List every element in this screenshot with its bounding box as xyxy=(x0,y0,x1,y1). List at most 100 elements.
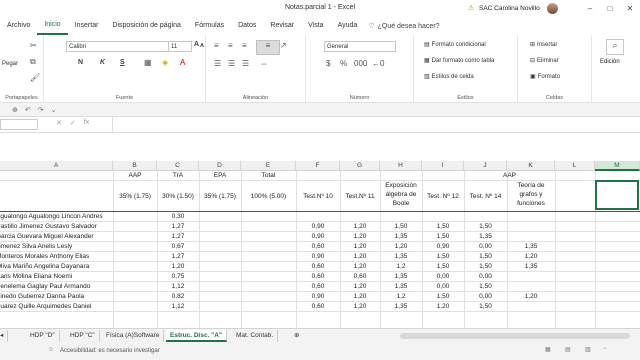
shrink-font-button[interactable]: A xyxy=(200,43,204,49)
customize-icon[interactable]: ⌄ xyxy=(51,106,57,114)
grade-cell[interactable]: 1,35 xyxy=(380,232,422,241)
grade-cell[interactable]: 0,67 xyxy=(157,242,199,251)
search-icon[interactable]: ⌕ xyxy=(606,39,624,55)
grade-cell[interactable]: 0,60 xyxy=(296,282,340,291)
grade-cell[interactable]: 1,20 xyxy=(380,242,422,251)
tab-vista[interactable]: Vista xyxy=(301,17,330,35)
header-weight-b[interactable]: 35% (1.75) xyxy=(113,192,157,201)
grade-cell[interactable]: 1,35 xyxy=(380,252,422,261)
align-bottom-icon[interactable]: ≡ xyxy=(242,41,247,50)
grade-cell[interactable]: 1,20 xyxy=(340,232,380,241)
zoom-out-icon[interactable]: − xyxy=(603,346,607,352)
scroll-left-icon[interactable]: ◂ xyxy=(0,330,8,342)
header-test12[interactable]: Test. Nº 12 xyxy=(422,192,464,201)
tab-archivo[interactable]: Archivo xyxy=(0,17,37,35)
accessibility-status[interactable]: Accesibilidad: es necesario investigar xyxy=(60,348,160,354)
student-name-cell[interactable]: Castillo Jimenez Gustavo Salvador xyxy=(0,222,109,231)
normal-view-icon[interactable]: ▦ xyxy=(545,346,551,353)
tab-revisar[interactable]: Revisar xyxy=(263,17,301,35)
grade-cell[interactable]: 1,20 xyxy=(157,262,199,271)
grade-cell[interactable]: 1,50 xyxy=(464,302,507,311)
sheet-tab-estruc[interactable]: Estruc. Disc. "A" xyxy=(166,330,228,342)
grade-cell[interactable]: 1,2 xyxy=(380,262,422,271)
grade-cell[interactable]: 1,50 xyxy=(422,252,464,261)
tab-datos[interactable]: Datos xyxy=(231,17,263,35)
close-button[interactable]: ✕ xyxy=(620,0,640,17)
font-name-dropdown[interactable]: Calibri xyxy=(66,41,170,52)
grade-cell[interactable]: 0,90 xyxy=(296,232,340,241)
add-sheet-icon[interactable]: ⊕ xyxy=(290,330,303,342)
col-header-i[interactable]: I xyxy=(422,161,464,171)
grade-cell[interactable]: 0,60 xyxy=(296,262,340,271)
fx-icon[interactable]: fx xyxy=(84,119,89,127)
col-header-a[interactable]: A xyxy=(0,161,113,171)
grade-cell[interactable]: 1,20 xyxy=(340,292,380,301)
grade-cell[interactable]: 1,35 xyxy=(464,232,507,241)
grade-cell[interactable]: 1,50 xyxy=(464,282,507,291)
header-exposicion[interactable]: Exposición álgebra de Boole xyxy=(381,181,421,208)
redo-icon[interactable]: ↷ xyxy=(38,106,44,114)
grade-cell[interactable]: 0,60 xyxy=(296,242,340,251)
grade-cell[interactable]: 1,12 xyxy=(157,302,199,311)
col-header-h[interactable]: H xyxy=(380,161,422,171)
percent-icon[interactable]: % xyxy=(340,59,347,68)
user-area[interactable]: ⚠ SAC Carolina Novillo xyxy=(468,3,558,14)
merge-icon[interactable]: ⇔ xyxy=(260,59,268,68)
format-painter-icon[interactable]: 🖌 xyxy=(30,73,40,82)
insert-cells-button[interactable]: ⊞ Insertar xyxy=(530,41,557,49)
grade-cell[interactable]: 1,20 xyxy=(340,262,380,271)
grade-cell[interactable]: 0,90 xyxy=(422,242,464,251)
col-header-d[interactable]: D xyxy=(199,161,241,171)
grade-cell[interactable]: 1,27 xyxy=(157,232,199,241)
grade-cell[interactable]: 1,20 xyxy=(340,282,380,291)
grade-cell[interactable]: 0,90 xyxy=(296,252,340,261)
align-top-icon[interactable]: ≡ xyxy=(214,41,219,50)
student-name-cell[interactable]: Monteros Morales Anthony Elias xyxy=(0,252,109,261)
header-total[interactable]: Total xyxy=(241,171,296,180)
grade-cell[interactable]: 1,20 xyxy=(340,242,380,251)
increase-decimal-icon[interactable]: ←0 xyxy=(372,59,384,68)
grade-cell[interactable]: 1,20 xyxy=(422,302,464,311)
header-weight-c[interactable]: 30% (1.50) xyxy=(157,192,199,201)
formula-input[interactable] xyxy=(112,117,640,133)
grade-cell[interactable]: 0,75 xyxy=(157,272,199,281)
col-header-f[interactable]: F xyxy=(296,161,340,171)
grade-cell[interactable]: 0,00 xyxy=(464,272,507,281)
grade-cell[interactable]: 1,50 xyxy=(422,262,464,271)
grade-cell[interactable]: 1,50 xyxy=(422,292,464,301)
cut-icon[interactable]: ✂ xyxy=(30,41,37,50)
student-name-cell[interactable]: Paris Molina Eliana Noemi xyxy=(0,272,109,281)
grade-cell[interactable]: 1,27 xyxy=(157,222,199,231)
copy-icon[interactable]: ⧉ xyxy=(30,57,36,67)
grade-cell[interactable]: 0,00 xyxy=(464,242,507,251)
header-test14[interactable]: Test. Nº 14 xyxy=(464,192,507,201)
grade-cell[interactable]: 1,50 xyxy=(422,222,464,231)
grade-cell[interactable]: 0,30 xyxy=(157,212,199,221)
align-center-icon[interactable]: ☰ xyxy=(228,59,235,68)
col-header-b[interactable]: B xyxy=(113,161,157,171)
grade-cell[interactable]: 1,50 xyxy=(464,252,507,261)
minimize-button[interactable]: – xyxy=(580,0,600,17)
grade-cell[interactable]: 0,60 xyxy=(296,272,340,281)
grade-cell[interactable]: 0,00 xyxy=(422,282,464,291)
header-test11[interactable]: Test.Nº 11 xyxy=(340,192,380,201)
font-size-dropdown[interactable]: 11 xyxy=(168,41,192,52)
grade-cell[interactable]: 1,35 xyxy=(380,272,422,281)
page-break-icon[interactable]: ▥ xyxy=(585,346,591,353)
header-weight-e[interactable]: 100% (5.00) xyxy=(241,192,296,201)
page-layout-icon[interactable]: ▤ xyxy=(565,346,571,353)
grade-cell[interactable]: 1,35 xyxy=(380,302,422,311)
conditional-format-button[interactable]: ▤ Formato condicional xyxy=(424,41,486,49)
underline-button[interactable]: S xyxy=(120,59,125,66)
grade-cell[interactable]: 1,20 xyxy=(340,302,380,311)
sheet-tab-hdp-d[interactable]: HDP "D" xyxy=(26,330,60,342)
format-cells-button[interactable]: ▣ Formato xyxy=(530,73,560,81)
grade-cell[interactable]: 1,35 xyxy=(507,262,555,271)
format-table-button[interactable]: ▦ Dar formato como tabla xyxy=(424,57,494,65)
undo-icon[interactable]: ↶ xyxy=(25,106,31,114)
autosave-icon[interactable]: ⊕ xyxy=(12,106,18,114)
cancel-icon[interactable]: ✕ xyxy=(56,119,62,127)
header-test10[interactable]: Test.Nº 10 xyxy=(296,192,340,201)
grade-cell[interactable]: 0,00 xyxy=(464,292,507,301)
tab-ayuda[interactable]: Ayuda xyxy=(331,17,365,35)
